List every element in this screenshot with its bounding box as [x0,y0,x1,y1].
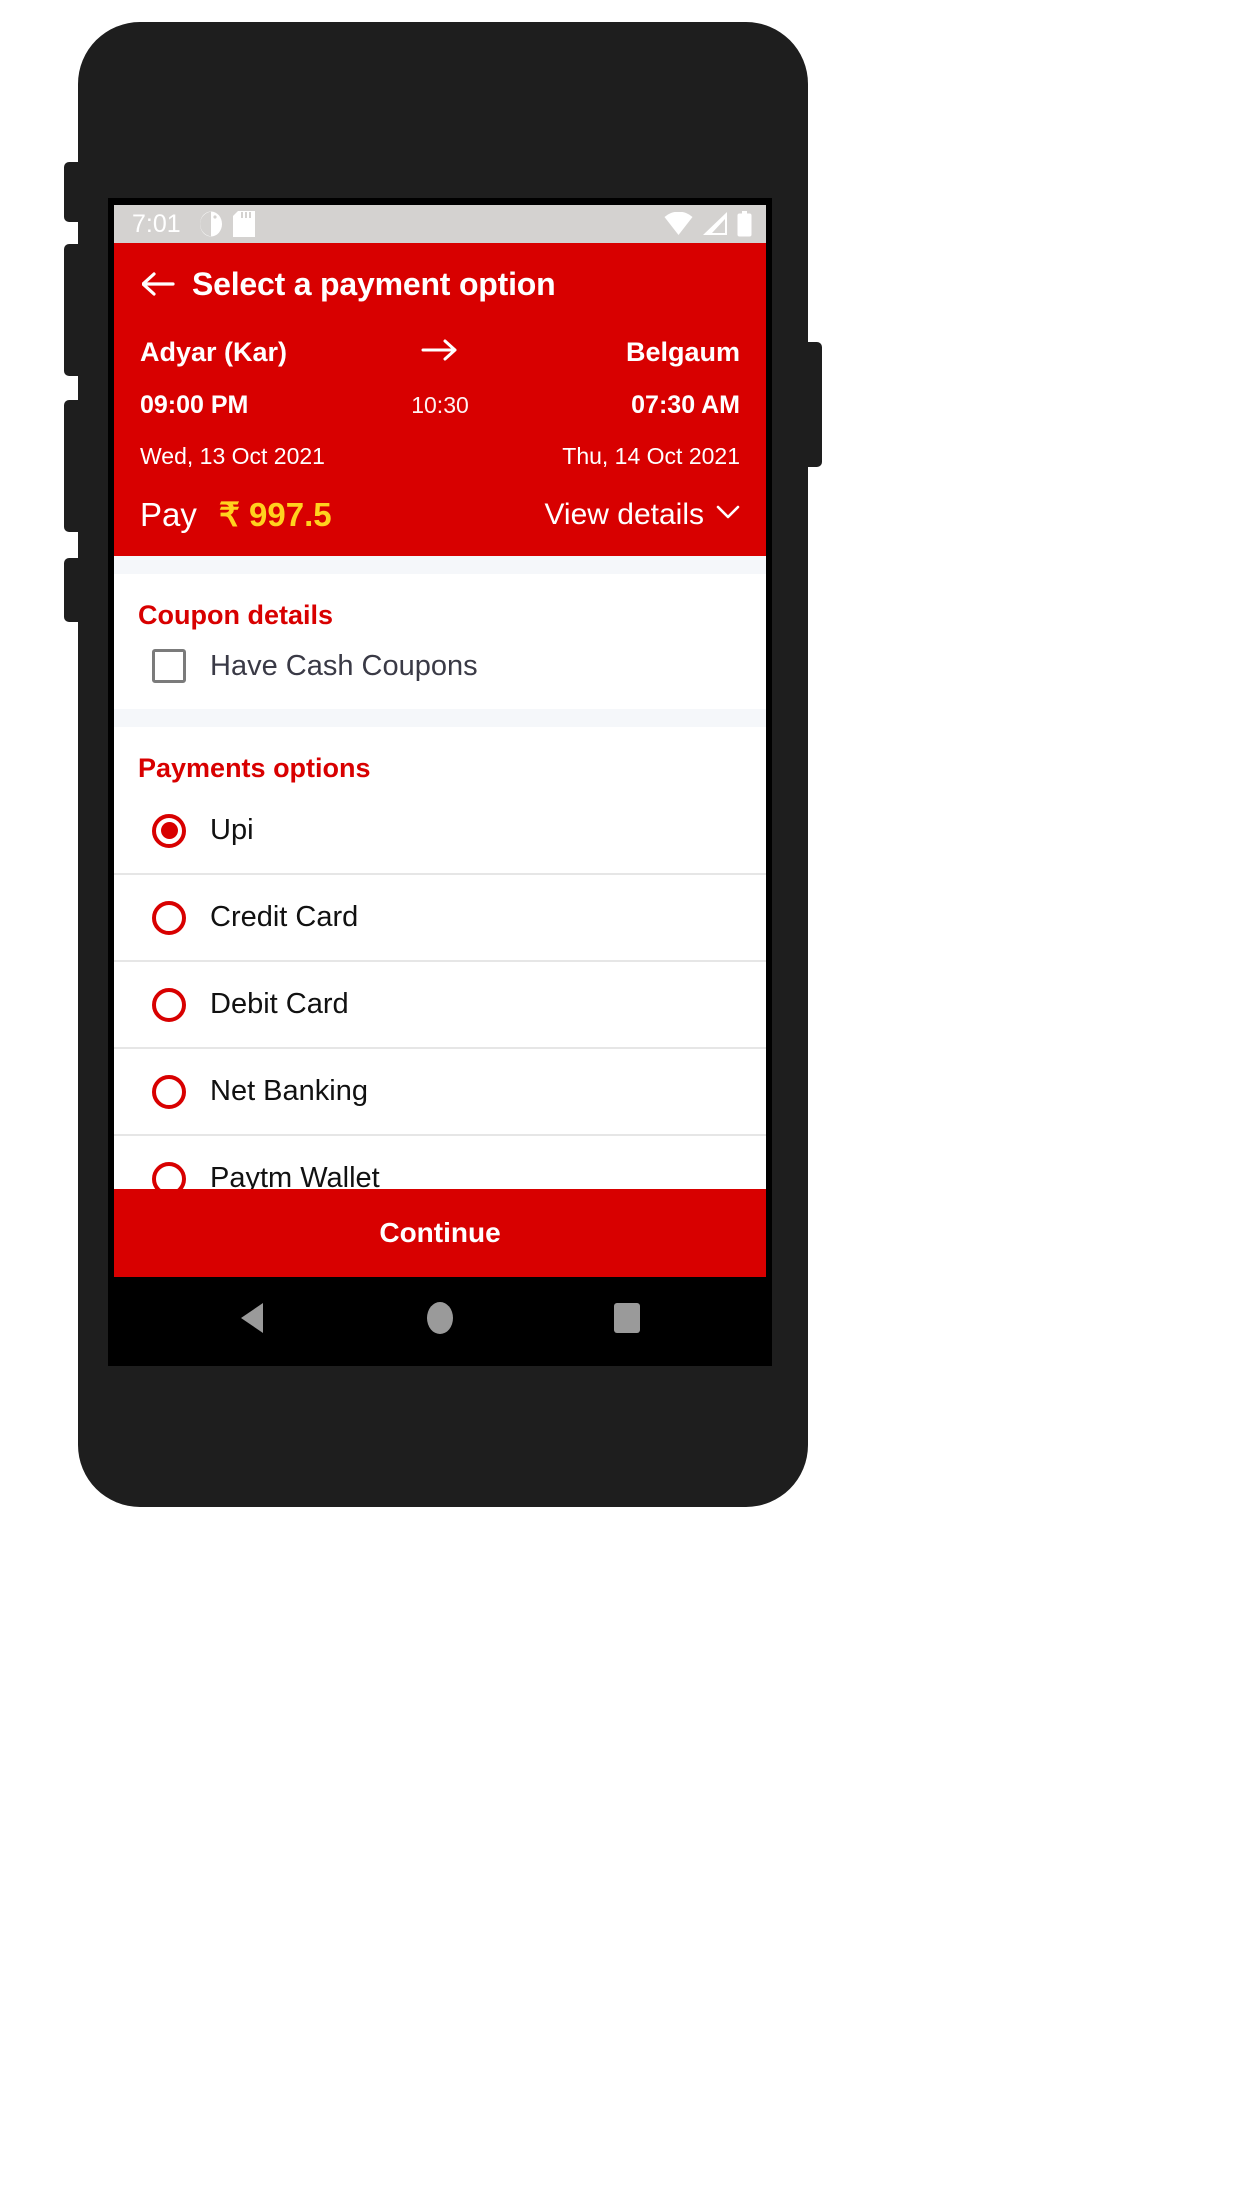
device-power-button[interactable] [804,342,822,467]
page-content[interactable]: Coupon details Have Cash Coupons Payment… [114,556,766,1277]
pay-label: Pay [140,495,197,533]
circle-home-icon[interactable] [400,1278,480,1358]
device-volume-down-button[interactable] [64,400,82,532]
status-bar: 7:01 [114,205,766,243]
signal-icon [702,212,728,236]
radio-net-banking[interactable] [152,1074,186,1109]
radio-debit-card[interactable] [152,987,186,1022]
payment-option-label: Net Banking [210,1075,368,1107]
chevron-down-icon [716,505,740,525]
have-cash-coupons-checkbox[interactable] [152,649,186,683]
android-navigation-bar [114,1277,766,1359]
origin-city: Adyar (Kar) [140,336,288,367]
status-bar-clock: 7:01 [132,209,181,238]
departure-time: 09:00 PM [140,390,249,419]
have-cash-coupons-row[interactable]: Have Cash Coupons [114,635,766,683]
journey-duration: 10:30 [411,391,469,418]
payment-option-net-banking[interactable]: Net Banking [114,1049,766,1136]
pay-summary-row: Pay ₹ 997.5 View details [136,481,744,540]
arrival-time: 07:30 AM [631,390,740,419]
payment-option-upi[interactable]: Upi [114,788,766,875]
journey-dates-row: Wed, 13 Oct 2021 Thu, 14 Oct 2021 [136,431,744,481]
destination-city: Belgaum [625,336,740,367]
journey-times-row: 09:00 PM 10:30 07:30 AM [136,379,744,431]
app-header: Select a payment option Adyar (Kar) Belg… [114,243,766,556]
payment-option-credit-card[interactable]: Credit Card [114,875,766,962]
phone-screen: 7:01 Select a payment option Adyar (Kar)… [108,198,772,1366]
battery-icon [737,211,752,237]
arrow-left-icon[interactable] [140,265,178,303]
content-top-spacer [114,556,766,574]
departure-date: Wed, 13 Oct 2021 [140,442,325,469]
sim-card-icon [199,211,223,237]
header-title-row: Select a payment option [136,243,744,325]
have-cash-coupons-label: Have Cash Coupons [210,649,478,682]
journey-cities-row: Adyar (Kar) Belgaum [136,325,744,379]
view-details-button[interactable]: View details [544,498,740,532]
arrow-right-icon [356,338,524,367]
payment-option-label: Debit Card [210,988,349,1020]
pay-amount: ₹ 997.5 [218,496,332,533]
status-bar-right-icons [664,211,752,237]
device-side-button-left-4[interactable] [64,558,82,622]
coupon-section-title: Coupon details [138,600,333,630]
payments-section-title: Payments options [138,753,371,783]
device-volume-up-button[interactable] [64,244,82,376]
wifi-icon [664,212,693,236]
coupon-details-card: Coupon details Have Cash Coupons [114,574,766,709]
payment-option-label: Upi [210,814,254,846]
app-viewport: 7:01 Select a payment option Adyar (Kar)… [114,205,766,1359]
payment-option-label: Credit Card [210,901,359,933]
triangle-back-icon[interactable] [213,1278,293,1358]
device-side-button-left-1[interactable] [64,162,82,222]
radio-credit-card[interactable] [152,900,186,935]
square-recents-icon[interactable] [587,1278,667,1358]
arrival-date: Thu, 14 Oct 2021 [562,442,740,469]
section-divider-spacer [114,709,766,727]
sd-card-icon [232,211,255,237]
radio-upi[interactable] [152,813,186,848]
payment-option-debit-card[interactable]: Debit Card [114,962,766,1049]
status-bar-left-icons [199,211,255,237]
view-details-label: View details [544,497,704,531]
continue-button-label: Continue [379,1217,501,1248]
continue-button[interactable]: Continue [114,1189,766,1277]
page-title: Select a payment option [192,265,556,302]
